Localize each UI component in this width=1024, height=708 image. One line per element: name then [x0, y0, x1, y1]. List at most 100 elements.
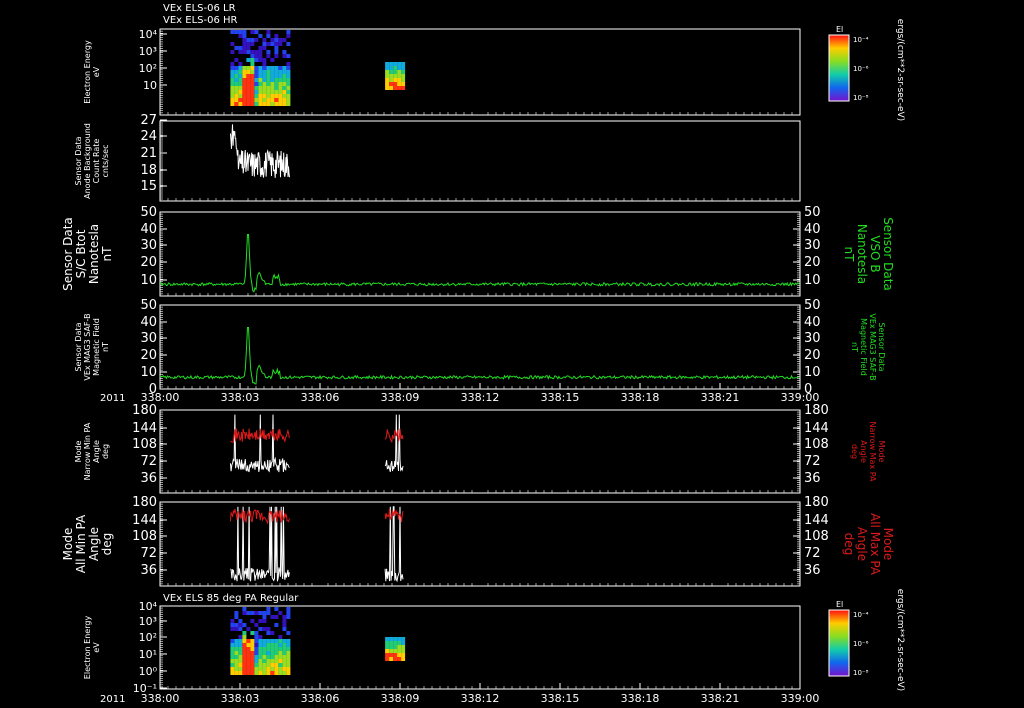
- heatmap-cell: [234, 58, 239, 62]
- heatmap-cell: [389, 70, 394, 74]
- heatmap-cell: [250, 102, 255, 106]
- heatmap-cell: [242, 647, 247, 651]
- panel-p3-ytick-label-right: 30: [804, 238, 821, 253]
- heatmap-cell: [282, 643, 287, 647]
- heatmap-cell: [389, 649, 394, 653]
- heatmap-cell: [234, 46, 239, 50]
- panel-p2-left-label-line-3: cnts/sec: [101, 145, 110, 178]
- panel-p5-left-label-line-1: Narrow Min PA: [83, 422, 92, 480]
- heatmap-cell: [254, 82, 259, 86]
- panel-p1-ytick-label: 10: [143, 79, 157, 92]
- panel-p5-right-label-line-3: deg: [850, 444, 859, 459]
- heatmap-cell: [266, 663, 271, 667]
- panel-p3-ytick-label: 50: [140, 205, 157, 220]
- heatmap-cell: [282, 663, 287, 667]
- heatmap-cell: [389, 637, 394, 641]
- p1-colorbar-title: El: [836, 25, 843, 34]
- panel-p6-left-label-line-3: deg: [100, 533, 114, 556]
- heatmap-cell: [401, 86, 406, 90]
- heatmap-cell: [238, 30, 243, 34]
- heatmap-cell: [234, 623, 239, 627]
- heatmap-cell: [250, 42, 255, 46]
- heatmap-cell: [286, 54, 291, 58]
- heatmap-cell: [286, 615, 291, 619]
- heatmap-cell: [230, 62, 235, 66]
- heatmap-cell: [250, 66, 255, 70]
- heatmap-cell: [286, 82, 291, 86]
- heatmap-cell: [246, 98, 251, 102]
- heatmap-cell: [282, 639, 287, 643]
- heatmap-cell: [246, 611, 251, 615]
- panel-p2-left-label-line-2: Count Rate: [92, 139, 101, 184]
- p7-colorbar-top-label: 10⁻⁴: [853, 611, 869, 619]
- panel-p3-ytick-label: 10: [140, 273, 157, 288]
- heatmap-cell: [230, 82, 235, 86]
- panel-p7-left-label-line-1: eV: [92, 642, 101, 653]
- heatmap-cell: [242, 671, 247, 675]
- heatmap-cell: [234, 615, 239, 619]
- heatmap-cell: [238, 619, 243, 623]
- heatmap-cell: [401, 637, 406, 641]
- panel-p2-ytick-label: 27: [140, 113, 157, 128]
- heatmap-cell: [242, 635, 247, 639]
- heatmap-cell: [397, 637, 402, 641]
- x-tick-label-bottom: 338:09: [381, 692, 420, 705]
- heatmap-cell: [242, 639, 247, 643]
- panel-p5: [159, 409, 801, 494]
- heatmap-cell: [238, 667, 243, 671]
- heatmap-cell: [254, 102, 259, 106]
- panel-p3-ytick-label-right: 20: [804, 255, 821, 270]
- heatmap-cell: [254, 70, 259, 74]
- heatmap-cell: [246, 90, 251, 94]
- heatmap-cell: [401, 78, 406, 82]
- heatmap-cell: [230, 86, 235, 90]
- heatmap-cell: [401, 657, 406, 661]
- heatmap-cell: [274, 78, 279, 82]
- heatmap-cell: [401, 82, 406, 86]
- panel-p4-left-label-line-3: nT: [101, 342, 110, 352]
- x-year-label-mid: 2011: [100, 393, 125, 404]
- heatmap-cell: [270, 86, 275, 90]
- panel-p4-ytick-label-right: 50: [804, 298, 821, 313]
- heatmap-cell: [274, 643, 279, 647]
- heatmap-cell: [230, 663, 235, 667]
- heatmap-cell: [266, 659, 271, 663]
- heatmap-cell: [282, 54, 287, 58]
- heatmap-cell: [286, 86, 291, 90]
- heatmap-cell: [286, 78, 291, 82]
- heatmap-cell: [254, 30, 259, 34]
- heatmap-cell: [234, 66, 239, 70]
- heatmap-cell: [234, 655, 239, 659]
- heatmap-cell: [250, 70, 255, 74]
- heatmap-cell: [258, 667, 263, 671]
- heatmap-cell: [258, 639, 263, 643]
- heatmap-cell: [246, 82, 251, 86]
- x-tick-label-mid: 338:18: [621, 391, 660, 404]
- heatmap-cell: [242, 663, 247, 667]
- heatmap-cell: [282, 667, 287, 671]
- heatmap-cell: [262, 94, 267, 98]
- heatmap-cell: [266, 86, 271, 90]
- heatmap-cell: [238, 643, 243, 647]
- heatmap-cell: [262, 659, 267, 663]
- panel-p4-ytick-label-right: 40: [804, 315, 821, 330]
- heatmap-cell: [286, 607, 291, 611]
- heatmap-cell: [286, 651, 291, 655]
- heatmap-cell: [278, 671, 283, 675]
- heatmap-cell: [389, 657, 394, 661]
- heatmap-cell: [230, 74, 235, 78]
- heatmap-cell: [250, 655, 255, 659]
- heatmap-cell: [254, 66, 259, 70]
- panel-p3-ytick-label-right: 50: [804, 205, 821, 220]
- heatmap-cell: [393, 78, 398, 82]
- heatmap-cell: [254, 639, 259, 643]
- heatmap-cell: [234, 82, 239, 86]
- heatmap-cell: [274, 42, 279, 46]
- panel-p5-ytick-label: 72: [140, 454, 157, 469]
- heatmap-cell: [258, 86, 263, 90]
- heatmap-cell: [238, 98, 243, 102]
- heatmap-cell: [385, 70, 390, 74]
- p7-colorbar-bottom-label: 10⁻⁸: [853, 669, 869, 677]
- heatmap-cell: [246, 74, 251, 78]
- heatmap-cell: [242, 659, 247, 663]
